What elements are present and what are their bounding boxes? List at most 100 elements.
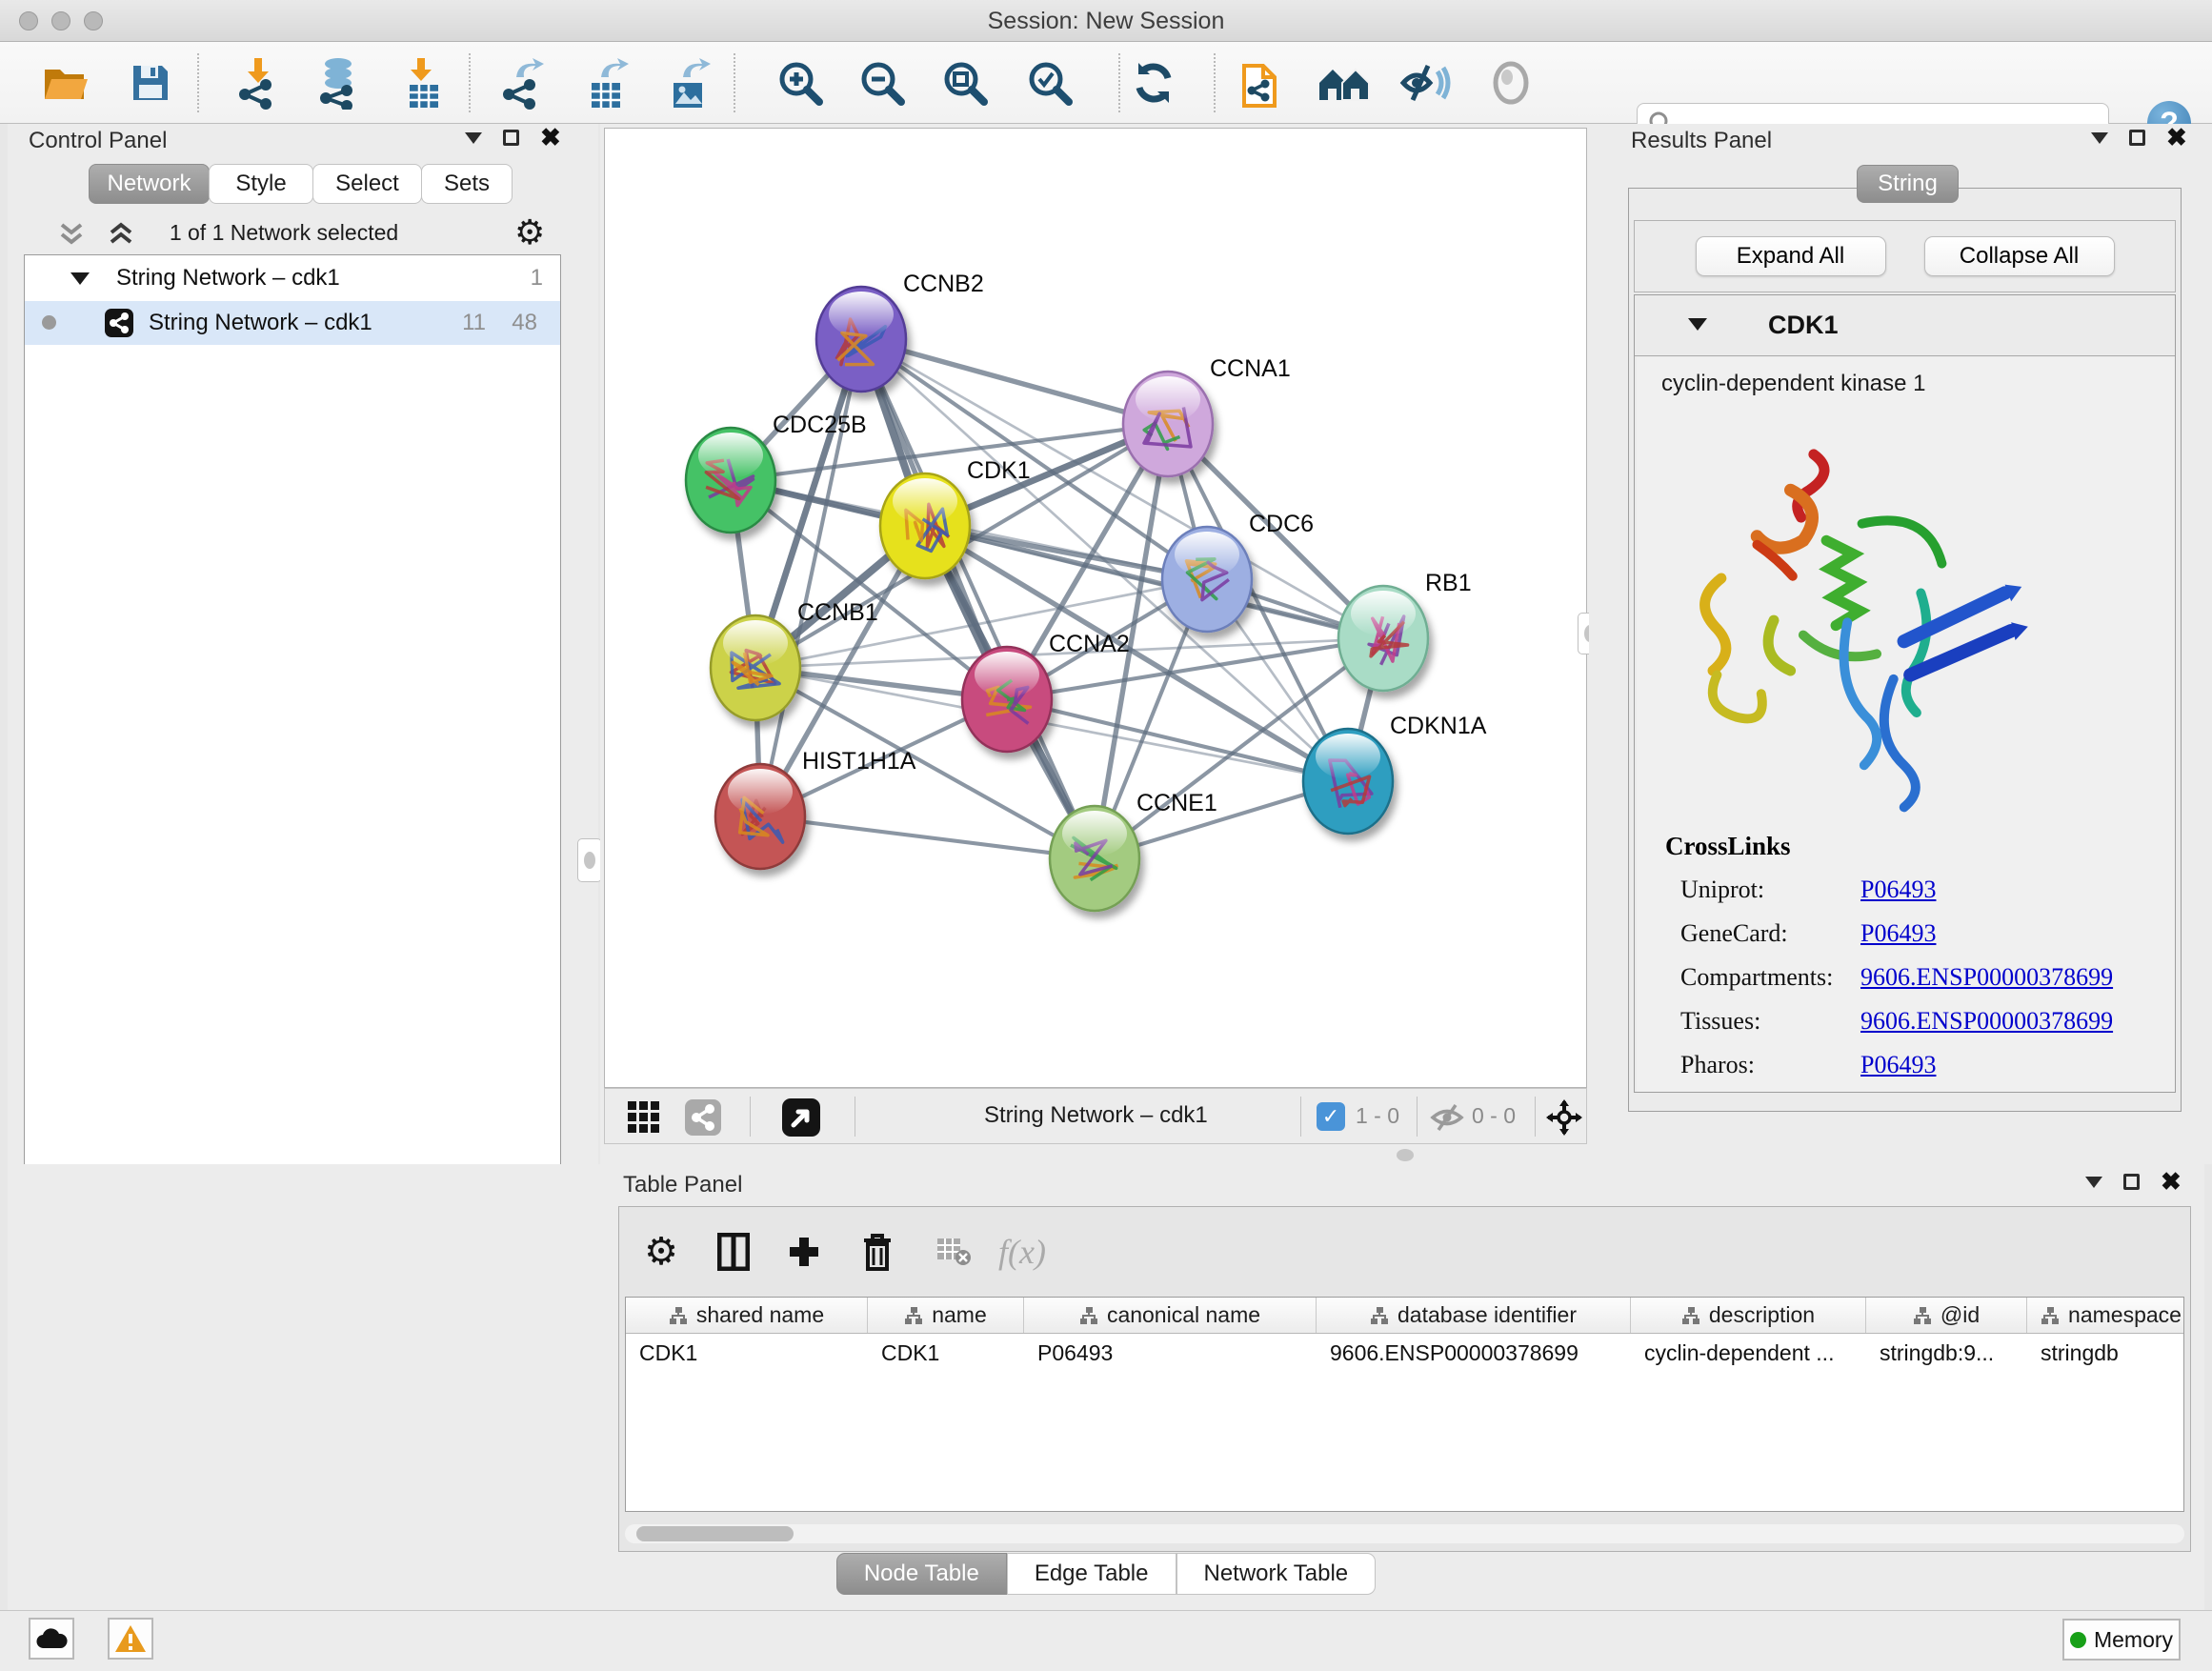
control-panel-tabs: Network Style Select Sets xyxy=(89,164,512,204)
protein-description: cyclin-dependent kinase 1 xyxy=(1661,371,1926,397)
memory-button[interactable]: Memory xyxy=(2062,1619,2181,1661)
toolbar-separator xyxy=(197,53,199,112)
crosslink-row: Uniprot:P06493 xyxy=(1680,876,1764,904)
panel-close-icon[interactable]: ✖ xyxy=(2166,130,2187,146)
column-header[interactable]: @id xyxy=(1866,1298,2027,1333)
table-row[interactable]: CDK1 CDK1 P06493 9606.ENSP00000378699 cy… xyxy=(626,1334,2183,1372)
zoom-fit-button[interactable] xyxy=(936,53,994,112)
tab-select[interactable]: Select xyxy=(312,164,422,204)
network-node-CCNB1[interactable]: CCNB1 xyxy=(711,599,878,720)
network-node-HIST1H1A[interactable]: HIST1H1A xyxy=(715,748,916,869)
panel-close-icon[interactable]: ✖ xyxy=(540,130,561,146)
collapse-all-button[interactable]: Collapse All xyxy=(1924,236,2115,276)
protein-card-body: cyclin-dependent kinase 1 xyxy=(1637,357,2175,1092)
delete-column-trash-icon[interactable] xyxy=(851,1228,904,1276)
panel-menu-icon[interactable] xyxy=(2085,1177,2102,1188)
title-bar: Session: New Session xyxy=(0,0,2212,42)
cloud-status-button[interactable] xyxy=(29,1618,74,1660)
hidden-eye-icon[interactable] xyxy=(1430,1103,1464,1132)
node-label-RB1: RB1 xyxy=(1425,570,1472,596)
crosslink-link[interactable]: 9606.ENSP00000378699 xyxy=(1860,1007,2113,1036)
network-node-CCNA1[interactable]: CCNA1 xyxy=(1123,355,1291,476)
network-canvas[interactable]: CCNB2CCNA1CDC25BCDK1CDC6RB1CCNB1CCNA2CDK… xyxy=(604,128,1587,1088)
selected-checkbox-icon[interactable]: ✓ xyxy=(1317,1102,1345,1131)
export-network-button[interactable] xyxy=(493,53,551,112)
results-panel-title: Results Panel xyxy=(1631,128,1772,154)
tab-edge-table[interactable]: Edge Table xyxy=(1007,1553,1176,1595)
tab-node-table[interactable]: Node Table xyxy=(836,1553,1007,1595)
import-network-button[interactable] xyxy=(230,53,287,112)
panel-close-icon[interactable]: ✖ xyxy=(2161,1174,2182,1190)
crosslink-link[interactable]: P06493 xyxy=(1860,1051,1936,1079)
refresh-view-button[interactable] xyxy=(1125,53,1182,112)
toolbar-separator xyxy=(1118,53,1120,112)
column-header[interactable]: shared name xyxy=(626,1298,868,1333)
scrollbar-thumb[interactable] xyxy=(636,1526,794,1541)
zoom-out-button[interactable] xyxy=(854,53,911,112)
network-share-icon[interactable] xyxy=(685,1099,721,1136)
home-view-button[interactable] xyxy=(1316,53,1373,112)
share-document-button[interactable] xyxy=(1231,53,1288,112)
show-columns-icon[interactable] xyxy=(707,1228,760,1276)
expand-all-button[interactable]: Expand All xyxy=(1696,236,1886,276)
fit-selected-crosshair-icon[interactable] xyxy=(1546,1099,1582,1136)
panel-float-icon[interactable] xyxy=(2129,130,2145,146)
network-node-CCNE1[interactable]: CCNE1 xyxy=(1050,790,1217,911)
protein-card-header[interactable]: CDK1 xyxy=(1635,295,2175,356)
column-header[interactable]: canonical name xyxy=(1024,1298,1317,1333)
protein-structure-image xyxy=(1656,414,2056,824)
column-header[interactable]: description xyxy=(1631,1298,1866,1333)
network-options-gear-icon[interactable]: ⚙ xyxy=(514,212,545,252)
grid-mode-icon[interactable] xyxy=(628,1101,660,1134)
birdseye-view-icon[interactable] xyxy=(782,1098,820,1137)
zoom-in-button[interactable] xyxy=(772,53,829,112)
warning-status-button[interactable] xyxy=(108,1618,153,1660)
crosslink-link[interactable]: P06493 xyxy=(1860,919,1936,948)
collection-expander-icon[interactable] xyxy=(70,272,90,285)
network-node-CDKN1A[interactable]: CDKN1A xyxy=(1303,713,1487,834)
show-panels-button[interactable] xyxy=(1482,53,1539,112)
tab-sets[interactable]: Sets xyxy=(421,164,513,204)
network-edge-CCNA2-CDKN1A[interactable] xyxy=(1007,699,1348,781)
bottom-splitter-handle[interactable] xyxy=(1397,1149,1414,1161)
import-database-button[interactable] xyxy=(310,53,367,112)
panel-menu-icon[interactable] xyxy=(2091,132,2108,144)
export-image-button[interactable] xyxy=(660,53,717,112)
table-settings-gear-icon[interactable]: ⚙ xyxy=(634,1228,688,1276)
tab-string[interactable]: String xyxy=(1857,165,1959,203)
table-horizontal-scrollbar[interactable] xyxy=(625,1524,2184,1543)
cell-shared-name: CDK1 xyxy=(626,1334,868,1372)
tab-style[interactable]: Style xyxy=(209,164,313,204)
left-splitter-handle[interactable] xyxy=(577,838,602,882)
column-header[interactable]: database identifier xyxy=(1317,1298,1631,1333)
collapse-card-icon[interactable] xyxy=(1688,318,1707,331)
control-panel-header-icons: ✖ xyxy=(465,130,561,146)
delete-table-icon[interactable] xyxy=(927,1228,980,1276)
network-edge-HIST1H1A-CCNE1[interactable] xyxy=(760,816,1095,858)
import-table-button[interactable] xyxy=(394,53,452,112)
panel-menu-icon[interactable] xyxy=(465,132,482,144)
zoom-selected-button[interactable] xyxy=(1021,53,1078,112)
hide-panels-button[interactable] xyxy=(1398,53,1455,112)
crosslink-link[interactable]: P06493 xyxy=(1860,876,1936,904)
crosslink-row: GeneCard:P06493 xyxy=(1680,919,1788,948)
add-column-icon[interactable] xyxy=(777,1228,831,1276)
function-builder-icon[interactable]: f(x) xyxy=(995,1228,1049,1276)
column-header[interactable]: name xyxy=(868,1298,1024,1333)
network-edge-CCNB2-CCNE1[interactable] xyxy=(861,339,1095,858)
open-session-button[interactable] xyxy=(38,53,95,112)
save-session-button[interactable] xyxy=(122,53,179,112)
export-table-button[interactable] xyxy=(578,53,635,112)
crosslink-link[interactable]: 9606.ENSP00000378699 xyxy=(1860,963,2113,992)
panel-float-icon[interactable] xyxy=(503,130,519,146)
network-node-RB1[interactable]: RB1 xyxy=(1338,570,1472,691)
network-collection-row[interactable]: String Network – cdk1 1 xyxy=(25,255,560,301)
tab-network[interactable]: Network xyxy=(89,164,210,204)
tab-network-table[interactable]: Network Table xyxy=(1176,1553,1377,1595)
export-network-icon xyxy=(499,56,545,110)
cell-namespace: stringdb xyxy=(2027,1334,2184,1372)
network-node-count: 11 xyxy=(462,310,486,336)
network-row[interactable]: String Network – cdk1 11 48 xyxy=(25,301,560,345)
column-header[interactable]: namespace xyxy=(2027,1298,2184,1333)
panel-float-icon[interactable] xyxy=(2123,1174,2140,1190)
